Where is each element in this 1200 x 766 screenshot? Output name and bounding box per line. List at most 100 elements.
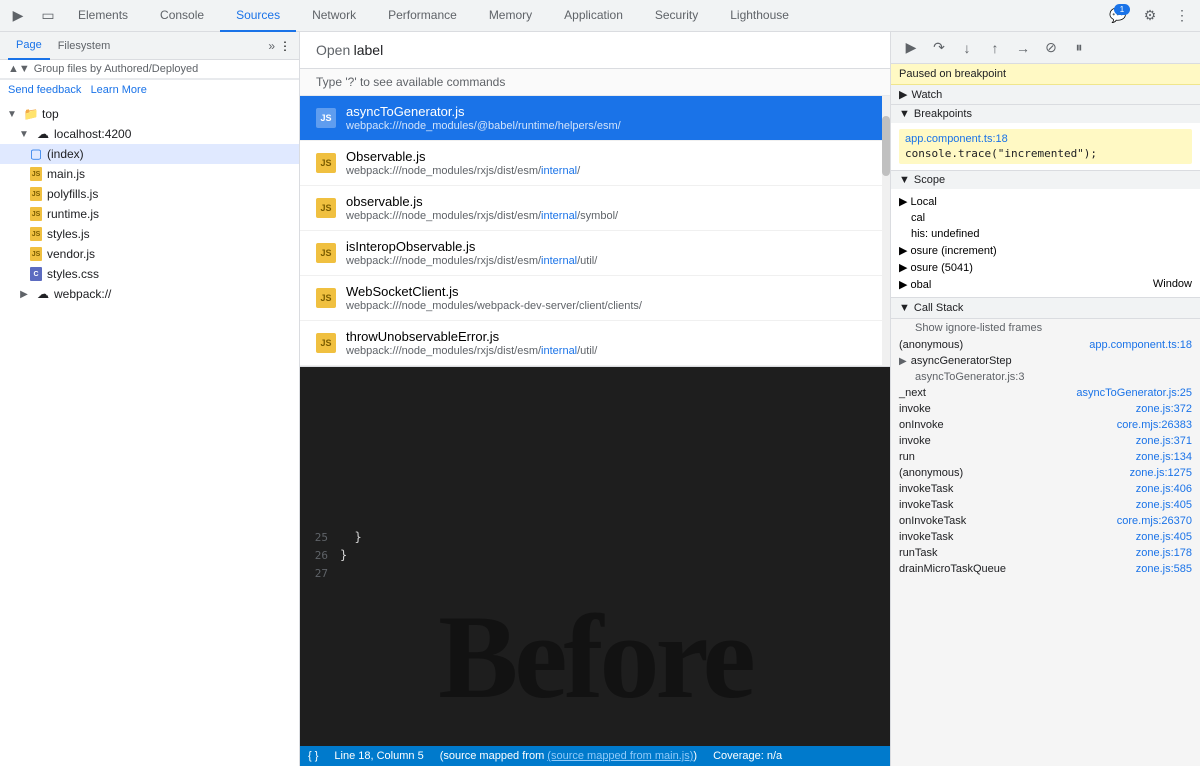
tab-application[interactable]: Application: [548, 0, 639, 32]
tab-network[interactable]: Network: [296, 0, 372, 32]
code-line-26: 26 }: [300, 548, 890, 566]
frame-loc-oninvoketask: core.mjs:26370: [1117, 515, 1192, 527]
step-over-button[interactable]: ↷: [927, 36, 951, 60]
open-file-dialog: Open Type '?' to see available commands …: [300, 32, 890, 367]
line-content-25: }: [336, 530, 890, 548]
path-suffix-3: /symbol/: [577, 210, 618, 222]
chat-icon[interactable]: 💬 1: [1104, 2, 1132, 30]
line-content-26: }: [336, 548, 890, 566]
open-file-input[interactable]: [354, 42, 874, 58]
scope-header[interactable]: ▼ Scope: [891, 171, 1200, 189]
tree-item-styles-js[interactable]: JS styles.js: [0, 224, 299, 244]
file-result-observable[interactable]: JS Observable.js webpack:///node_modules…: [300, 141, 890, 186]
tree-item-runtime[interactable]: JS runtime.js: [0, 204, 299, 224]
file-icon-throw: JS: [316, 333, 336, 353]
stack-frame-oninvoketask[interactable]: onInvokeTask core.mjs:26370: [891, 513, 1200, 529]
send-feedback-link[interactable]: Send feedback: [8, 84, 81, 96]
panel-more-button[interactable]: ⋮: [279, 39, 291, 53]
open-file-header: Open: [300, 32, 890, 69]
frame-name-drainmicro: drainMicroTaskQueue: [899, 563, 1006, 575]
stack-frame-invoke-372[interactable]: invoke zone.js:372: [891, 401, 1200, 417]
frame-name-runtask: runTask: [899, 547, 938, 559]
stack-frame-invoketask-405b[interactable]: invokeTask zone.js:405: [891, 529, 1200, 545]
main-layout: Page Filesystem » ⋮ ▲▼ Group files by Au…: [0, 32, 1200, 766]
scope-label: Scope: [914, 174, 945, 186]
path-prefix-3: webpack:///node_modules/rxjs/dist/esm/: [346, 210, 541, 222]
stack-frame-invoketask-406[interactable]: invokeTask zone.js:406: [891, 481, 1200, 497]
inspect-icon[interactable]: ▶: [4, 2, 32, 30]
device-toolbar-icon[interactable]: ▭: [34, 2, 62, 30]
resume-button[interactable]: ▶: [899, 36, 923, 60]
stack-frame-anonymous[interactable]: (anonymous) app.component.ts:18: [891, 337, 1200, 353]
file-result-observable-lc[interactable]: JS observable.js webpack:///node_modules…: [300, 186, 890, 231]
show-ignore-link[interactable]: Show ignore-listed frames: [891, 319, 1200, 337]
file-result-async-generator[interactable]: JS asyncToGenerator.js webpack:///node_m…: [300, 96, 890, 141]
file-name-5: WebSocketClient.js: [346, 284, 874, 299]
tree-label-styles-js: styles.js: [47, 227, 90, 241]
tab-filesystem[interactable]: Filesystem: [50, 32, 119, 60]
stack-frame-invoke-371[interactable]: invoke zone.js:371: [891, 433, 1200, 449]
scope-local: ▶ Local: [899, 193, 1192, 210]
file-path-3: webpack:///node_modules/rxjs/dist/esm/in…: [346, 210, 874, 222]
js-file-icon-2: JS: [28, 186, 44, 202]
main-js-link[interactable]: (source mapped from main.js): [547, 750, 693, 762]
tree-item-styles-css[interactable]: C styles.css: [0, 264, 299, 284]
tree-item-polyfills[interactable]: JS polyfills.js: [0, 184, 299, 204]
stack-frame-oninvoke[interactable]: onInvoke core.mjs:26383: [891, 417, 1200, 433]
tree-label-webpack: webpack://: [54, 287, 111, 301]
tab-page[interactable]: Page: [8, 32, 50, 60]
file-result-websocket[interactable]: JS WebSocketClient.js webpack:///node_mo…: [300, 276, 890, 321]
scope-this-label: his: undefined: [899, 228, 980, 240]
stack-frame-next[interactable]: _next asyncToGenerator.js:25: [891, 385, 1200, 401]
tree-item-localhost[interactable]: ▼ ☁ localhost:4200: [0, 124, 299, 144]
stack-frame-runtask[interactable]: runTask zone.js:178: [891, 545, 1200, 561]
stack-frame-async-gen-js3[interactable]: asyncToGenerator.js:3: [891, 369, 1200, 385]
more-tabs-icon[interactable]: »: [268, 39, 275, 53]
tab-console[interactable]: Console: [144, 0, 220, 32]
frame-loc-run: zone.js:134: [1136, 451, 1192, 463]
call-stack-label: Call Stack: [914, 302, 964, 314]
tree-item-webpack[interactable]: ▶ ☁ webpack://: [0, 284, 299, 304]
pause-on-exception-button[interactable]: ⏸: [1067, 36, 1091, 60]
stack-frame-run[interactable]: run zone.js:134: [891, 449, 1200, 465]
stack-frame-anon-1275[interactable]: (anonymous) zone.js:1275: [891, 465, 1200, 481]
stack-group-async-gen[interactable]: ▶ asyncGeneratorStep: [891, 353, 1200, 369]
stack-frame-invoketask-405[interactable]: invokeTask zone.js:405: [891, 497, 1200, 513]
call-stack-header[interactable]: ▼ Call Stack: [891, 298, 1200, 319]
code-line-25: 25 }: [300, 530, 890, 548]
frame-name-invoke1: invoke: [899, 403, 931, 415]
tab-performance[interactable]: Performance: [372, 0, 473, 32]
js-file-icon: JS: [28, 166, 44, 182]
step-button[interactable]: →: [1011, 36, 1035, 60]
step-out-button[interactable]: ↑: [983, 36, 1007, 60]
format-icon[interactable]: { }: [308, 750, 318, 762]
watch-header[interactable]: ▶ Watch: [891, 85, 1200, 104]
file-icon-isinterop: JS: [316, 243, 336, 263]
breakpoints-header[interactable]: ▼ Breakpoints: [891, 105, 1200, 123]
file-result-throw[interactable]: JS throwUnobservableError.js webpack:///…: [300, 321, 890, 366]
tree-item-main-js[interactable]: JS main.js: [0, 164, 299, 184]
path-highlight-4: internal: [541, 255, 577, 267]
frame-loc-runtask: zone.js:178: [1136, 547, 1192, 559]
tab-sources[interactable]: Sources: [220, 0, 296, 32]
more-icon[interactable]: ⋮: [1168, 2, 1196, 30]
chevron-right-icon: ▶: [16, 286, 32, 302]
learn-more-link[interactable]: Learn More: [91, 84, 147, 96]
path-prefix-4: webpack:///node_modules/rxjs/dist/esm/: [346, 255, 541, 267]
tab-security[interactable]: Security: [639, 0, 714, 32]
tree-item-vendor[interactable]: JS vendor.js: [0, 244, 299, 264]
tab-elements[interactable]: Elements: [62, 0, 144, 32]
settings-icon[interactable]: ⚙: [1136, 2, 1164, 30]
file-path-5: webpack:///node_modules/webpack-dev-serv…: [346, 300, 874, 312]
tree-item-top[interactable]: ▼ 📁 top: [0, 104, 299, 124]
scope-this: his: undefined: [899, 226, 1192, 242]
tab-memory[interactable]: Memory: [473, 0, 548, 32]
dialog-scrollbar[interactable]: [882, 96, 890, 366]
file-result-isinterop[interactable]: JS isInteropObservable.js webpack:///nod…: [300, 231, 890, 276]
step-into-button[interactable]: ↓: [955, 36, 979, 60]
deactivate-breakpoints-button[interactable]: ⊘: [1039, 36, 1063, 60]
tree-item-index[interactable]: ▢ (index): [0, 144, 299, 164]
stack-frame-drainmicro[interactable]: drainMicroTaskQueue zone.js:585: [891, 561, 1200, 577]
file-icon-obs-lc: JS: [316, 198, 336, 218]
tab-lighthouse[interactable]: Lighthouse: [714, 0, 805, 32]
